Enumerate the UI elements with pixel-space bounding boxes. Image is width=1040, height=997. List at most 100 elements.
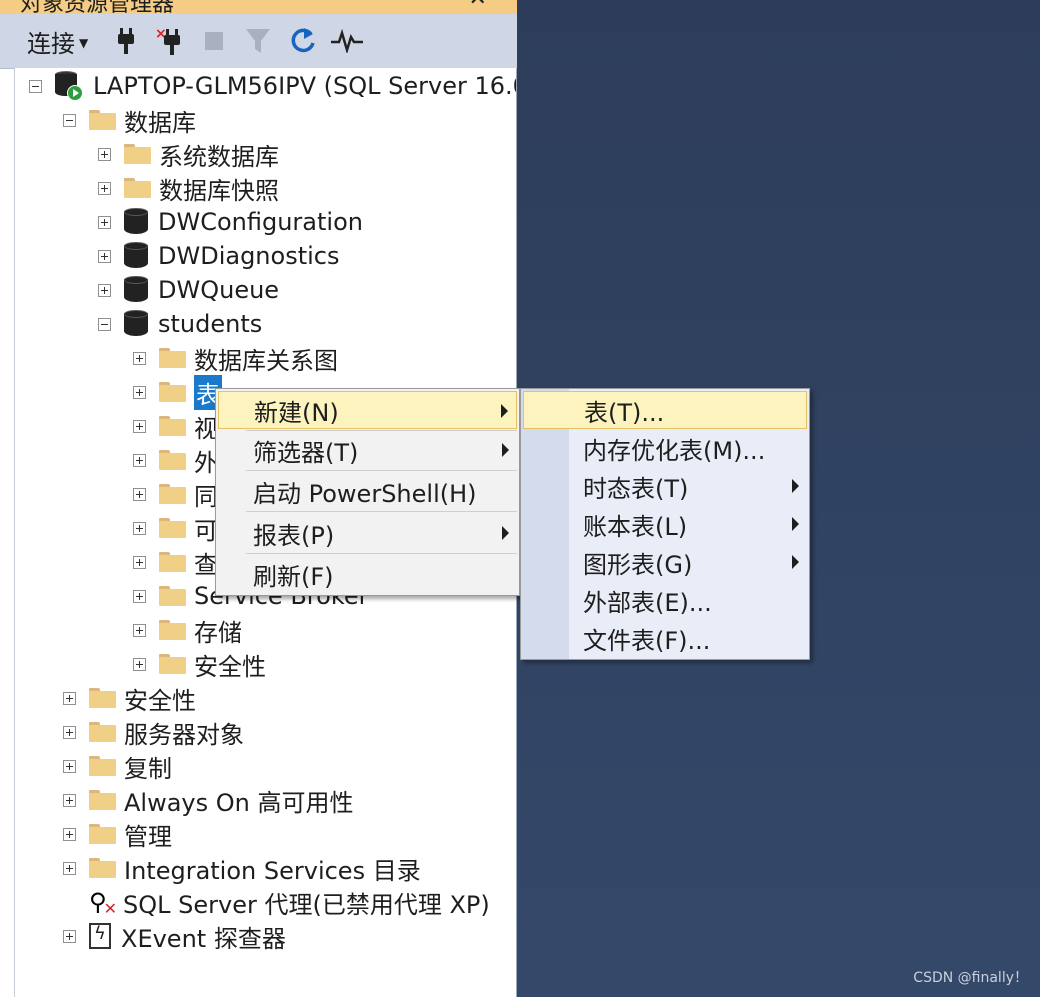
connect-dropdown[interactable]: 连接 ▼ (27, 24, 88, 58)
collapse-icon[interactable] (98, 317, 111, 331)
submenu-item-graph-table[interactable]: 图形表(G) (523, 543, 807, 581)
menu-separator (246, 511, 517, 512)
menu-item-filter[interactable]: 筛选器(T) (218, 431, 517, 469)
collapse-icon[interactable] (63, 113, 76, 127)
tree-node-tables[interactable]: 表 (133, 374, 222, 410)
database-icon (124, 242, 148, 270)
node-label: 安全性 (194, 652, 266, 681)
expand-icon[interactable] (63, 759, 76, 773)
expand-icon[interactable] (98, 147, 111, 161)
expand-icon[interactable] (98, 249, 111, 263)
tree-node-programmability[interactable]: 可 (133, 511, 218, 545)
menu-item-label: 刷新(F) (253, 562, 334, 591)
menu-item-new[interactable]: 新建(N) (218, 391, 517, 429)
refresh-icon[interactable] (289, 24, 317, 58)
tree-node-diagrams[interactable]: 数据库关系图 (133, 341, 338, 375)
menu-item-refresh[interactable]: 刷新(F) (218, 555, 517, 593)
folder-icon (159, 654, 186, 674)
titlebar-buttons[interactable]: - ✕ (418, 0, 505, 11)
tree-node-databases[interactable]: 数据库 (63, 103, 196, 137)
expand-icon[interactable] (133, 453, 146, 467)
collapse-icon[interactable] (29, 79, 42, 93)
node-label: 存储 (194, 618, 242, 647)
submenu-item-external-table[interactable]: 外部表(E)... (523, 581, 807, 619)
disconnect-plug-icon[interactable]: × (155, 24, 185, 58)
folder-icon (89, 790, 116, 810)
tree-node-students[interactable]: students (98, 307, 262, 341)
menu-separator (246, 553, 517, 554)
folder-icon (89, 688, 116, 708)
tree-node-dwdiagnostics[interactable]: DWDiagnostics (98, 239, 339, 273)
xevent-icon (89, 923, 111, 949)
submenu-arrow-icon (792, 517, 799, 531)
activity-monitor-icon[interactable] (330, 24, 364, 58)
expand-icon[interactable] (133, 623, 146, 637)
tree-node-security[interactable]: 安全性 (63, 681, 196, 715)
expand-icon[interactable] (98, 181, 111, 195)
expand-icon[interactable] (133, 657, 146, 671)
expand-icon[interactable] (63, 827, 76, 841)
tree-node-synonyms[interactable]: 同 (133, 477, 218, 511)
database-icon (124, 208, 148, 236)
expand-icon[interactable] (63, 861, 76, 875)
expand-icon[interactable] (98, 283, 111, 297)
node-label: 安全性 (124, 686, 196, 715)
connect-plug-icon[interactable] (114, 24, 138, 58)
node-label: DWQueue (158, 276, 280, 304)
menu-item-label: 报表(P) (253, 521, 335, 550)
submenu-arrow-icon (792, 555, 799, 569)
database-icon (124, 310, 148, 338)
panel-title: 对象资源管理器 (20, 0, 175, 14)
expand-icon[interactable] (63, 725, 76, 739)
tree-node-sql-agent[interactable]: ⚲ ✕ SQL Server 代理(已禁用代理 XP) (63, 885, 490, 919)
menu-item-label: 外部表(E)... (583, 588, 712, 617)
node-label: Always On 高可用性 (124, 788, 354, 817)
tree-node-storage[interactable]: 存储 (133, 613, 242, 647)
tree-node-external-resources[interactable]: 外 (133, 443, 218, 477)
tree-node-management[interactable]: 管理 (63, 817, 172, 851)
node-label: 数据库关系图 (194, 346, 338, 375)
menu-item-powershell[interactable]: 启动 PowerShell(H) (218, 472, 517, 510)
tree-node-integration-services[interactable]: Integration Services 目录 (63, 851, 421, 885)
expand-icon[interactable] (133, 487, 146, 501)
tree-node-always-on[interactable]: Always On 高可用性 (63, 783, 354, 817)
menu-item-reports[interactable]: 报表(P) (218, 514, 517, 552)
new-submenu: 表(T)... 内存优化表(M)... 时态表(T) 账本表(L) 图形表(G)… (520, 388, 810, 660)
menu-item-label: 账本表(L) (583, 512, 688, 541)
connect-label: 连接 (27, 29, 75, 58)
expand-icon[interactable] (133, 589, 146, 603)
tree-node-dwqueue[interactable]: DWQueue (98, 273, 279, 307)
submenu-item-memory-optimized-table[interactable]: 内存优化表(M)... (523, 429, 807, 467)
tree-node-query-store[interactable]: 查 (133, 545, 218, 579)
expand-icon[interactable] (133, 351, 146, 365)
expand-icon[interactable] (63, 929, 76, 943)
expand-icon[interactable] (98, 215, 111, 229)
node-label: XEvent 探查器 (121, 924, 286, 953)
expand-icon[interactable] (63, 793, 76, 807)
expand-icon[interactable] (133, 555, 146, 569)
folder-icon (89, 824, 116, 844)
expand-icon[interactable] (133, 521, 146, 535)
submenu-item-table[interactable]: 表(T)... (523, 391, 807, 429)
tree-node-system-databases[interactable]: 系统数据库 (98, 137, 279, 171)
tree-node-xevent-profiler[interactable]: XEvent 探查器 (63, 919, 286, 953)
tree-node-server-objects[interactable]: 服务器对象 (63, 715, 244, 749)
submenu-item-ledger-table[interactable]: 账本表(L) (523, 505, 807, 543)
tree-node-db-security[interactable]: 安全性 (133, 647, 266, 681)
folder-icon (89, 756, 116, 776)
tree-node-server[interactable]: LAPTOP-GLM56IPV (SQL Server 16.0. (29, 69, 516, 103)
tree-node-replication[interactable]: 复制 (63, 749, 172, 783)
submenu-item-temporal-table[interactable]: 时态表(T) (523, 467, 807, 505)
node-label: Integration Services 目录 (124, 856, 421, 885)
tree-node-views[interactable]: 视 (133, 409, 218, 443)
panel-titlebar[interactable]: 对象资源管理器 - ✕ (0, 0, 517, 14)
expand-icon[interactable] (133, 419, 146, 433)
node-label: DWConfiguration (158, 208, 363, 236)
expand-icon[interactable] (133, 385, 146, 399)
expand-icon[interactable] (63, 691, 76, 705)
filter-icon[interactable] (245, 24, 271, 58)
stop-icon[interactable] (204, 24, 224, 58)
submenu-item-file-table[interactable]: 文件表(F)... (523, 619, 807, 657)
tree-node-snapshots[interactable]: 数据库快照 (98, 171, 279, 205)
tree-node-dwconfiguration[interactable]: DWConfiguration (98, 205, 363, 239)
